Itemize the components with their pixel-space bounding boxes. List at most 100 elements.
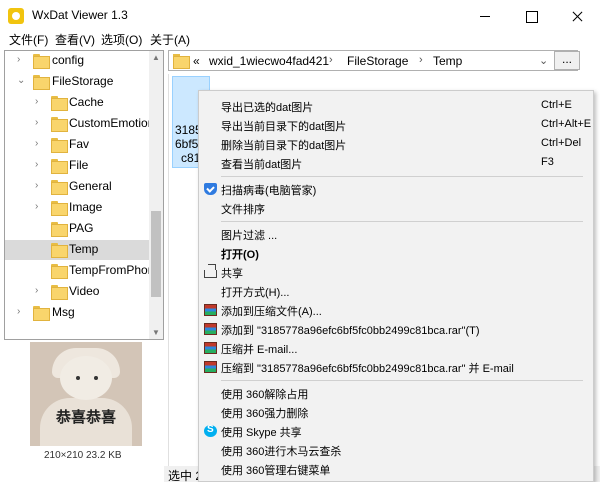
minimize-button[interactable] [462,0,508,32]
menu-item-export-selected[interactable]: 导出已选的dat图片 Ctrl+E [199,97,593,115]
tree-item-filestorage[interactable]: ⌄ FileStorage [5,72,150,92]
bear-eye [94,376,98,380]
tree-item-tempfromphone[interactable]: TempFromPhon [5,261,154,281]
chevron-right-icon[interactable]: › [35,97,43,107]
scroll-up-icon[interactable]: ▲ [152,53,160,62]
menu-item-image-filter[interactable]: 图片过滤 ... [199,225,593,243]
breadcrumb-overflow[interactable]: « [193,54,200,68]
folder-icon [173,54,190,69]
chevron-right-icon[interactable]: › [17,55,25,65]
menu-item-skype-share[interactable]: 使用 Skype 共享 [199,422,593,440]
bear-head-shape [60,356,112,400]
tree-item-label: Fav [69,137,90,151]
menu-item-360-unlock[interactable]: 使用 360解除占用 [199,384,593,402]
preview-image: 恭喜恭喜 [30,342,142,446]
menu-file[interactable]: 文件(F) [9,32,48,48]
browse-button[interactable]: ... [554,51,580,70]
address-bar[interactable]: « wxid_1wiecwo4fad421 › FileStorage › Te… [168,50,578,71]
menu-item-360-manage-menu[interactable]: 使用 360管理右键菜单 [199,460,593,478]
folder-tree[interactable]: › config ⌄ FileStorage › Cache › CustomE… [4,50,164,340]
menu-item-share[interactable]: 共享 [199,263,593,281]
menu-item-label: 压缩到 "3185778a96efc6bf5fc0bb2499c81bca.ra… [221,363,514,375]
menu-item-label: 导出已选的dat图片 [221,102,314,114]
menu-item-label: 图片过滤 ... [221,230,278,242]
menu-item-shortcut: Ctrl+Del [541,137,582,149]
tree-item-pag[interactable]: PAG [5,219,150,239]
breadcrumb-filestorage[interactable]: FileStorage [347,54,408,68]
menu-item-open-with[interactable]: 打开方式(H)... [199,282,593,300]
tree-item-label: Image [69,200,103,214]
chevron-down-icon[interactable]: ⌄ [17,76,25,86]
menu-item-360-trojan-scan[interactable]: 使用 360进行木马云查杀 [199,441,593,459]
tree-item-label: TempFromPhon [69,263,155,277]
menu-options[interactable]: 选项(O) [101,32,142,48]
chevron-right-icon[interactable]: › [35,181,43,191]
menu-item-add-archive[interactable]: 添加到压缩文件(A)... [199,301,593,319]
tree-item-label: File [69,158,89,172]
folder-icon [51,138,68,153]
tree-item-label: Cache [69,95,104,109]
chevron-right-icon: › [329,54,333,66]
tree-item-label: Temp [69,242,99,256]
menu-item-label: 删除当前目录下的dat图片 [221,140,347,152]
tree-item-fav[interactable]: › Fav [5,135,150,155]
menu-separator [221,221,583,222]
skype-icon [204,424,217,437]
menu-item-label: 使用 360管理右键菜单 [221,465,331,477]
menu-item-export-dir[interactable]: 导出当前目录下的dat图片 Ctrl+Alt+E [199,116,593,134]
tree-item-file[interactable]: › File [5,156,150,176]
tree-item-label: config [52,53,85,67]
scroll-down-icon[interactable]: ▼ [152,328,160,337]
tree-item-config[interactable]: › config [5,51,150,71]
menu-item-open[interactable]: 打开(O) [199,244,593,262]
menu-item-add-to-rar[interactable]: 添加到 "3185778a96efc6bf5fc0bb2499c81bca.ra… [199,320,593,338]
folder-icon [51,180,68,195]
tree-item-image[interactable]: › Image [5,198,150,218]
folder-icon [51,243,68,258]
chevron-right-icon[interactable]: › [17,307,25,317]
chevron-right-icon[interactable]: › [35,286,43,296]
menu-item-compress-rar-email[interactable]: 压缩到 "3185778a96efc6bf5fc0bb2499c81bca.ra… [199,358,593,376]
menu-item-label: 文件排序 [221,204,265,216]
tree-item-label: CustomEmotion [69,116,155,130]
scrollbar-thumb[interactable] [151,211,161,297]
chevron-down-icon[interactable]: ⌄ [539,54,548,67]
folder-icon [33,54,50,69]
breadcrumb-temp[interactable]: Temp [433,54,462,68]
menu-item-360-force-delete[interactable]: 使用 360强力删除 [199,403,593,421]
menu-separator [221,380,583,381]
menu-item-scan-virus[interactable]: 扫描病毒(电脑管家) [199,180,593,198]
preview-image-info: 210×210 23.2 KB [44,450,122,461]
menu-item-label: 添加到压缩文件(A)... [221,306,322,318]
menu-view[interactable]: 查看(V) [55,32,95,48]
chevron-right-icon[interactable]: › [35,160,43,170]
menu-item-label: 添加到 "3185778a96efc6bf5fc0bb2499c81bca.ra… [221,325,480,337]
tree-item-temp[interactable]: Temp [5,240,150,260]
menu-item-label: 查看当前dat图片 [221,159,303,171]
tree-item-msg[interactable]: › Msg [5,303,150,323]
breadcrumb-wxid[interactable]: wxid_1wiecwo4fad421 [209,54,329,68]
close-button[interactable] [554,0,600,32]
tree-item-label: Video [69,284,100,298]
menu-item-label: 打开(O) [221,249,259,261]
maximize-button[interactable] [508,0,554,32]
tree-item-customemotion[interactable]: › CustomEmotion [5,114,154,134]
tree-scrollbar[interactable]: ▲ ▼ [149,51,163,339]
menu-about[interactable]: 关于(A) [150,32,190,48]
chevron-right-icon[interactable]: › [35,202,43,212]
window-title: WxDat Viewer 1.3 [32,8,128,22]
menu-item-compress-email[interactable]: 压缩并 E-mail... [199,339,593,357]
menu-item-label: 压缩并 E-mail... [221,344,298,356]
menu-item-sort-files[interactable]: 文件排序 [199,199,593,217]
tree-item-general[interactable]: › General [5,177,150,197]
menu-item-view-dat[interactable]: 查看当前dat图片 F3 [199,154,593,172]
chevron-right-icon[interactable]: › [35,139,43,149]
tree-item-cache[interactable]: › Cache [5,93,150,113]
menu-item-delete-dir[interactable]: 删除当前目录下的dat图片 Ctrl+Del [199,135,593,153]
folder-icon [33,75,50,90]
bear-eye [76,376,80,380]
tree-item-video[interactable]: › Video [5,282,150,302]
menu-item-shortcut: Ctrl+Alt+E [541,118,592,130]
menu-item-label: 导出当前目录下的dat图片 [221,121,347,133]
chevron-right-icon[interactable]: › [35,118,43,128]
